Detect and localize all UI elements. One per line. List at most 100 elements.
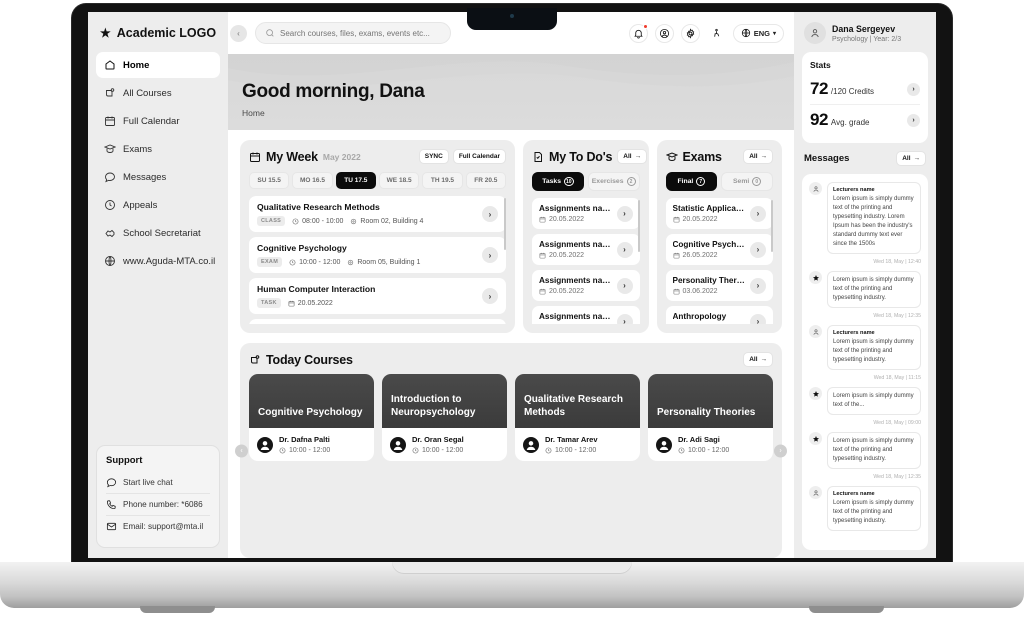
chevron-right-icon[interactable]: ›: [482, 288, 498, 304]
course-card[interactable]: Introduction to Neuropsychology Dr. Oran…: [382, 374, 507, 461]
sidebar-item-messages[interactable]: Messages: [96, 164, 220, 190]
tab-exercises[interactable]: Exercises 2: [587, 172, 640, 191]
stat-credits[interactable]: 72 /120 Credits ›: [810, 74, 920, 104]
list-item[interactable]: Personality Theries 03.06.2022 ›: [665, 270, 773, 301]
messages-all-button[interactable]: All →: [896, 151, 926, 166]
support-label: Phone number: *6086: [123, 500, 203, 509]
support-email[interactable]: Email: support@mta.il: [106, 515, 210, 537]
star-icon: [809, 432, 822, 445]
message-item[interactable]: Lorem ipsum is simply dummy text of the.…: [809, 387, 921, 415]
sidebar-item-all-courses[interactable]: All Courses: [96, 80, 220, 106]
day-tab-fr[interactable]: FR 20.5: [465, 172, 506, 189]
todos-widget: My To Do's All → Tasks 10 Exercises 2 As…: [523, 140, 649, 333]
sidebar-item-school-secretariat[interactable]: School Secretariat: [96, 220, 220, 246]
chevron-right-icon[interactable]: ›: [482, 206, 498, 222]
chevron-right-icon[interactable]: ›: [750, 205, 766, 222]
event-row[interactable]: Human Computer Interaction TASK 20.05.20…: [249, 278, 506, 314]
star-icon: ★: [100, 26, 111, 40]
chevron-right-icon[interactable]: ›: [750, 241, 766, 258]
sidebar-item-full-calendar[interactable]: Full Calendar: [96, 108, 220, 134]
arrow-right-icon: →: [760, 356, 768, 363]
scrollbar-thumb[interactable]: [504, 198, 506, 250]
message-item[interactable]: Lecturers name Lorem ipsum is simply dum…: [809, 182, 921, 254]
chevron-right-icon[interactable]: ›: [750, 277, 766, 294]
course-card[interactable]: Qualitative Research Methods Dr. Tamar A…: [515, 374, 640, 461]
bell-icon: [633, 29, 643, 38]
event-tag: CLASS: [257, 216, 286, 226]
event-tag: TASK: [257, 298, 281, 308]
language-label: ENG: [753, 28, 770, 38]
event-row[interactable]: Qualitative Research Methods CLASS 08:00…: [249, 196, 506, 232]
laptop-mockup: ★ Academic LOGO Home All Courses Full Ca…: [0, 0, 1024, 624]
todos-all-button[interactable]: All →: [617, 149, 648, 164]
day-tab-mo[interactable]: MO 16.5: [292, 172, 333, 189]
chevron-right-icon[interactable]: ›: [616, 241, 633, 258]
chevron-right-icon[interactable]: ›: [907, 113, 920, 127]
sidebar-item-exams[interactable]: Exams: [96, 136, 220, 162]
chevron-left-icon[interactable]: ‹: [230, 24, 247, 42]
todo-title: Assignments name: [539, 312, 612, 321]
list-item[interactable]: Assignments name 20.05.2022 ›: [532, 306, 640, 324]
support-live-chat[interactable]: Start live chat: [106, 472, 210, 493]
tab-semi[interactable]: Semi 0: [721, 172, 773, 191]
course-card[interactable]: Personality Theories Dr. Adi Sagi 10:00 …: [648, 374, 773, 461]
stat-value: 72: [810, 79, 828, 98]
chevron-right-icon[interactable]: ›: [616, 205, 633, 222]
stat-avg-grade[interactable]: 92 Avg. grade ›: [810, 104, 920, 135]
list-item[interactable]: Assignments name 20.05.2022 ›: [532, 270, 640, 301]
message-item[interactable]: Lorem ipsum is simply dummy text of the …: [809, 432, 921, 469]
exams-all-button[interactable]: All →: [743, 149, 773, 164]
list-item[interactable]: Anthropology 08.06.2022 ›: [665, 306, 773, 324]
sidebar-item-aguda-website[interactable]: www.Aguda-MTA.co.il: [96, 248, 220, 274]
course-card[interactable]: Cognitive Psychology Dr. Dafna Palti 10:…: [249, 374, 374, 461]
settings-button[interactable]: [680, 23, 700, 43]
user-profile[interactable]: Dana Sergeyev Psychology | Year: 2/3: [802, 20, 928, 44]
chevron-right-icon[interactable]: ›: [750, 313, 766, 324]
search-input[interactable]: [280, 28, 441, 38]
sync-button[interactable]: SYNC: [418, 149, 449, 164]
account-button[interactable]: [654, 23, 674, 43]
event-row[interactable]: Cognitive Psychology EXAM 10:00 - 12:00: [249, 237, 506, 273]
list-item[interactable]: Cognitive Psychology 26.05.2022 ›: [665, 234, 773, 265]
carousel-next-button[interactable]: ›: [774, 444, 787, 457]
day-tab-we[interactable]: WE 18.5: [378, 172, 420, 189]
scrollbar-thumb[interactable]: [637, 200, 640, 252]
support-phone[interactable]: Phone number: *6086: [106, 493, 210, 515]
list-item[interactable]: Assignments name 20.05.2022 ›: [532, 234, 640, 265]
chevron-right-icon[interactable]: ›: [907, 82, 920, 96]
message-item[interactable]: Lecturers name Lorem ipsum is simply dum…: [809, 486, 921, 531]
arrow-right-icon: →: [760, 153, 768, 160]
accessibility-button[interactable]: [706, 23, 726, 43]
carousel-prev-button[interactable]: ‹: [235, 444, 248, 457]
tab-tasks[interactable]: Tasks 10: [532, 172, 584, 191]
event-row[interactable]: Ceremony - Memorial Day EVENT 13:00 - 13…: [249, 319, 506, 324]
search-bar[interactable]: [255, 22, 451, 44]
today-courses-all-button[interactable]: All →: [743, 352, 773, 367]
app-logo[interactable]: ★ Academic LOGO: [88, 12, 228, 52]
list-item[interactable]: Assignments name 20.05.2022 ›: [532, 198, 640, 229]
chevron-right-icon[interactable]: ›: [616, 313, 633, 324]
list-item[interactable]: Statistic Applications 20.05.2022 ›: [665, 198, 773, 229]
message-item[interactable]: Lorem ipsum is simply dummy text of the …: [809, 271, 921, 308]
day-tab-tu[interactable]: TU 17.5: [335, 172, 376, 189]
graduation-cap-icon: [104, 143, 116, 155]
hero-banner: Good morning, Dana Home: [228, 54, 794, 130]
messages-header: Messages All →: [802, 151, 928, 166]
event-title: Cognitive Psychology: [257, 243, 347, 253]
my-week-subtitle: May 2022: [322, 151, 361, 162]
graduation-cap-icon: [665, 151, 678, 163]
language-selector[interactable]: ENG ▾: [732, 23, 784, 43]
calendar-icon: [539, 216, 546, 223]
day-tab-su[interactable]: SU 15.5: [249, 172, 290, 189]
sidebar-item-home[interactable]: Home: [96, 52, 220, 78]
notifications-button[interactable]: [628, 23, 648, 43]
scrollbar-thumb[interactable]: [771, 200, 773, 252]
chevron-right-icon[interactable]: ›: [616, 277, 633, 294]
tab-final[interactable]: Final 7: [665, 172, 718, 191]
full-calendar-button[interactable]: Full Calendar: [452, 149, 506, 164]
sidebar-item-appeals[interactable]: Appeals: [96, 192, 220, 218]
chevron-right-icon[interactable]: ›: [482, 247, 498, 263]
message-item[interactable]: Lecturers name Lorem ipsum is simply dum…: [809, 325, 921, 370]
lecturer-name: Dr. Oran Segal: [412, 435, 464, 444]
day-tab-th[interactable]: TH 19.5: [422, 172, 463, 189]
